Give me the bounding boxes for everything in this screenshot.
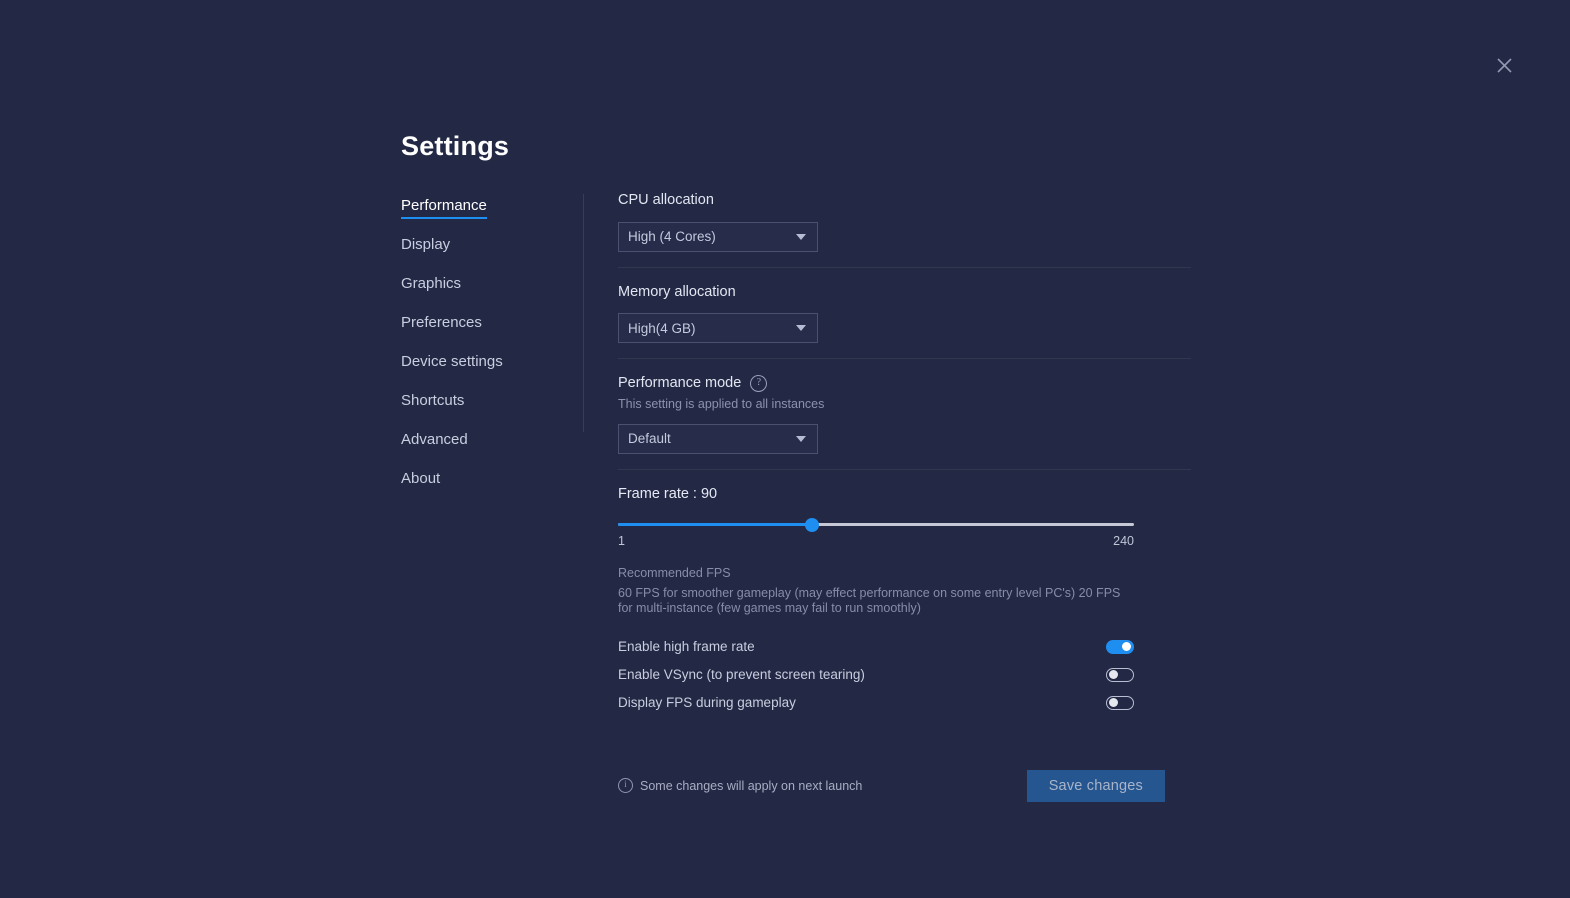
- performance-mode-section: Performance mode ? This setting is appli…: [618, 375, 1191, 470]
- info-icon: i: [618, 778, 633, 794]
- slider-min-label: 1: [618, 533, 625, 548]
- toggle-label: Enable VSync (to prevent screen tearing): [618, 667, 865, 683]
- memory-allocation-select[interactable]: High(4 GB): [618, 313, 818, 344]
- memory-allocation-section: Memory allocation High(4 GB): [618, 283, 1191, 360]
- sidebar-item-label: Advanced: [401, 431, 468, 449]
- sidebar-item-graphics[interactable]: Graphics: [401, 276, 461, 297]
- slider-max-label: 240: [1113, 533, 1134, 548]
- cpu-allocation-select[interactable]: High (4 Cores): [618, 221, 818, 252]
- cpu-allocation-value: High (4 Cores): [628, 229, 716, 245]
- toggle-vsync[interactable]: [1106, 667, 1134, 682]
- frame-rate-section: Frame rate : 90 1 240 Recommended FPS 60…: [618, 486, 1191, 732]
- performance-mode-label-row: Performance mode ?: [618, 375, 1191, 393]
- toggle-label: Display FPS during gameplay: [618, 695, 796, 711]
- next-launch-note: i Some changes will apply on next launch: [618, 778, 863, 794]
- sidebar-item-label: Performance: [401, 197, 487, 215]
- slider-track-fill: [618, 522, 813, 526]
- close-icon: [1496, 57, 1512, 73]
- performance-mode-value: Default: [628, 431, 671, 447]
- save-changes-button[interactable]: Save changes: [1026, 769, 1165, 802]
- sidebar-item-label: Device settings: [401, 353, 503, 371]
- settings-dialog: Settings Performance Display Graphics Pr…: [401, 130, 1191, 802]
- performance-mode-select[interactable]: Default: [618, 423, 818, 454]
- sidebar-item-preferences[interactable]: Preferences: [401, 315, 482, 336]
- page-title: Settings: [401, 131, 510, 161]
- sidebar-item-display[interactable]: Display: [401, 237, 450, 258]
- recommended-fps-text: 60 FPS for smoother gameplay (may effect…: [618, 585, 1121, 616]
- memory-allocation-value: High(4 GB): [628, 320, 696, 336]
- toggle-knob: [1109, 698, 1118, 708]
- question-mark-icon[interactable]: ?: [750, 375, 768, 393]
- chevron-down-icon: [796, 435, 806, 442]
- sidebar-item-label: About: [401, 470, 441, 488]
- sidebar-nav-list: Performance Display Graphics Preferences…: [401, 198, 584, 510]
- frame-rate-label: Frame rate : 90: [618, 485, 718, 502]
- performance-mode-description: This setting is applied to all instances: [618, 396, 825, 411]
- chevron-down-icon: [796, 233, 806, 240]
- sidebar-item-label: Preferences: [401, 314, 482, 332]
- settings-sidebar: Performance Display Graphics Preferences…: [401, 192, 584, 510]
- sidebar-item-label: Shortcuts: [401, 392, 465, 410]
- sidebar-item-advanced[interactable]: Advanced: [401, 432, 468, 453]
- sidebar-item-performance[interactable]: Performance: [401, 197, 487, 220]
- settings-body: Performance Display Graphics Preferences…: [401, 192, 1191, 802]
- chevron-down-icon: [796, 325, 806, 332]
- recommended-fps-title: Recommended FPS: [618, 565, 731, 580]
- sidebar-item-about[interactable]: About: [401, 471, 440, 492]
- memory-allocation-label: Memory allocation: [618, 283, 736, 300]
- performance-mode-label: Performance mode: [618, 375, 742, 392]
- sidebar-item-device-settings[interactable]: Device settings: [401, 354, 503, 375]
- toggle-row-display-fps: Display FPS during gameplay: [618, 689, 1134, 717]
- settings-content: CPU allocation High (4 Cores) Memory all…: [584, 192, 1191, 802]
- cpu-allocation-section: CPU allocation High (4 Cores): [618, 192, 1191, 268]
- toggle-label: Enable high frame rate: [618, 639, 755, 655]
- next-launch-note-text: Some changes will apply on next launch: [640, 778, 863, 793]
- frame-rate-slider[interactable]: [618, 516, 1134, 532]
- sidebar-item-label: Graphics: [401, 275, 462, 293]
- toggle-knob: [1122, 642, 1131, 652]
- sidebar-item-label: Display: [401, 236, 451, 254]
- slider-range-labels: 1 240: [618, 534, 1134, 548]
- toggle-row-high-frame-rate: Enable high frame rate: [618, 633, 1134, 661]
- toggle-row-vsync: Enable VSync (to prevent screen tearing): [618, 661, 1134, 689]
- settings-footer: i Some changes will apply on next launch…: [618, 769, 1165, 802]
- toggle-knob: [1109, 670, 1118, 680]
- slider-thumb[interactable]: [805, 517, 820, 532]
- close-window-button[interactable]: [1490, 51, 1518, 79]
- toggle-display-fps[interactable]: [1106, 695, 1134, 710]
- sidebar-item-shortcuts[interactable]: Shortcuts: [401, 393, 464, 414]
- toggle-high-frame-rate[interactable]: [1106, 639, 1134, 654]
- cpu-allocation-label: CPU allocation: [618, 192, 714, 209]
